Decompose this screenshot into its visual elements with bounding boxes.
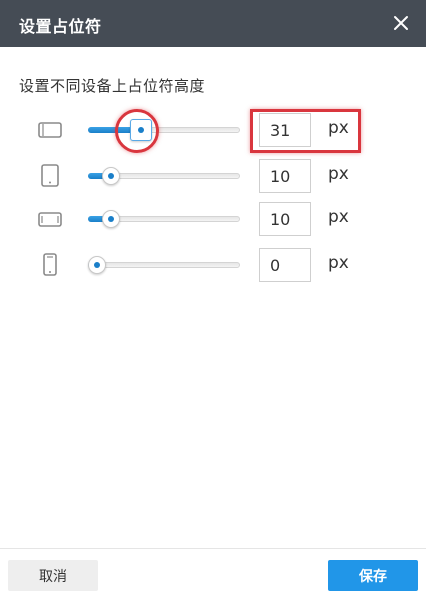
close-button[interactable] [390, 12, 412, 34]
unit-label: px [328, 164, 349, 184]
height-slider-desktop[interactable] [88, 116, 240, 144]
height-input-tablet-landscape[interactable] [259, 202, 311, 236]
height-slider-tablet-landscape[interactable] [88, 205, 240, 233]
tablet-landscape-icon [38, 212, 62, 227]
height-input-phone[interactable] [259, 248, 311, 282]
height-slider-tablet-portrait[interactable] [88, 162, 240, 190]
device-row-tablet-portrait: px [0, 159, 426, 202]
dialog-header: 设置占位符 [0, 0, 426, 47]
device-row-phone: px [0, 248, 426, 291]
slider-handle[interactable] [88, 256, 106, 274]
unit-label: px [328, 207, 349, 227]
phone-icon [43, 253, 57, 276]
annotation-rectangle [250, 109, 361, 153]
height-slider-phone[interactable] [88, 251, 240, 279]
slider-handle[interactable] [102, 210, 121, 228]
close-icon [394, 16, 408, 30]
desktop-icon [38, 122, 62, 138]
slider-track [88, 262, 240, 268]
unit-label: px [328, 253, 349, 273]
section-subtitle: 设置不同设备上占位符高度 [19, 77, 206, 95]
cancel-button[interactable]: 取消 [8, 560, 98, 591]
slider-handle[interactable] [102, 167, 121, 185]
tablet-portrait-icon [41, 164, 59, 187]
dialog-title: 设置占位符 [19, 17, 102, 36]
save-button[interactable]: 保存 [328, 560, 418, 591]
height-input-tablet-portrait[interactable] [259, 159, 311, 193]
annotation-circle [115, 109, 159, 153]
device-row-tablet-landscape: px [0, 202, 426, 245]
device-row-desktop: px [0, 113, 426, 156]
footer-divider [0, 548, 426, 549]
